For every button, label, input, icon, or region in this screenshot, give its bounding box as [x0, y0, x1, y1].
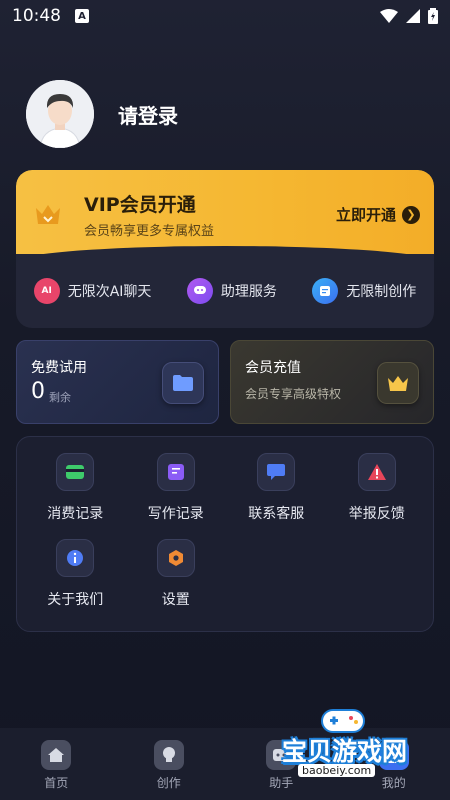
- feature-create: 无限制创作: [312, 278, 416, 304]
- vip-title: VIP会员开通: [84, 194, 196, 216]
- recharge-subtitle: 会员专享高级特权: [245, 387, 342, 401]
- bulb-icon: [153, 740, 184, 770]
- wallet-icon: [56, 453, 95, 491]
- feature-ai-chat: AI 无限次AI聊天: [33, 278, 152, 304]
- warning-icon: [357, 453, 396, 491]
- battery-icon: [428, 8, 438, 24]
- watermark: 宝贝游戏网 baobeiy.com: [268, 704, 438, 788]
- tab-label: 首页: [44, 776, 69, 790]
- member-recharge-card[interactable]: 会员充值 会员专享高级特权: [230, 340, 434, 424]
- menu-item-settings[interactable]: 设置: [126, 539, 227, 609]
- ai-chat-icon: AI: [33, 278, 60, 304]
- menu-item-about-us[interactable]: 关于我们: [25, 539, 126, 609]
- status-bar: 10:48 A: [0, 0, 450, 32]
- login-prompt[interactable]: 请登录: [118, 100, 178, 129]
- settings-icon: [156, 539, 195, 577]
- feature-label: 无限次AI聊天: [67, 284, 152, 300]
- tab-home[interactable]: 首页: [16, 740, 96, 791]
- menu-label: 消费记录: [47, 506, 104, 522]
- chat-bubble-icon: [257, 453, 296, 491]
- feature-label: 助理服务: [220, 284, 277, 300]
- avatar[interactable]: [26, 80, 94, 148]
- menu-label: 设置: [161, 592, 190, 608]
- folder-icon: [162, 362, 204, 404]
- menu-label: 关于我们: [47, 592, 104, 608]
- status-time: 10:48: [12, 6, 61, 26]
- create-icon: [312, 278, 339, 304]
- vip-banner[interactable]: VIP会员开通 会员畅享更多专属权益 立即开通 ❯: [16, 170, 434, 262]
- a-badge-icon: A: [75, 9, 89, 23]
- status-right: [380, 8, 438, 24]
- free-trial-card[interactable]: 免费试用 0 剩余: [16, 340, 219, 424]
- profile-header[interactable]: 请登录: [26, 80, 178, 148]
- menu-item-customer-service[interactable]: 联系客服: [226, 453, 327, 523]
- vip-open-label: 立即开通: [335, 206, 396, 224]
- trial-unit: 剩余: [49, 391, 71, 404]
- vip-card: VIP会员开通 会员畅享更多专属权益 立即开通 ❯ AI 无限次AI聊天 助理服…: [16, 170, 434, 328]
- signal-icon: [406, 9, 420, 23]
- menu-item-writing-records[interactable]: 写作记录: [126, 453, 227, 523]
- document-icon: [156, 453, 195, 491]
- feature-label: 无限制创作: [346, 284, 417, 300]
- home-icon: [41, 740, 72, 770]
- trial-title: 免费试用: [31, 360, 87, 376]
- crown-icon: [36, 205, 60, 224]
- menu-item-consumption-records[interactable]: 消费记录: [25, 453, 126, 523]
- vip-open-button[interactable]: 立即开通 ❯: [336, 204, 420, 225]
- tab-create[interactable]: 创作: [129, 740, 209, 791]
- trial-count: 0: [31, 379, 45, 404]
- watermark-title: 宝贝游戏网: [282, 737, 408, 766]
- menu-item-report-feedback[interactable]: 举报反馈: [327, 453, 428, 523]
- crown-icon: [377, 362, 419, 404]
- wifi-icon: [380, 9, 398, 23]
- default-avatar-icon: [26, 80, 94, 148]
- vip-subtitle: 会员畅享更多专属权益: [84, 224, 215, 239]
- menu-label: 举报反馈: [348, 506, 405, 522]
- recharge-title: 会员充值: [245, 360, 301, 376]
- menu-label: 写作记录: [147, 506, 204, 522]
- vip-features: AI 无限次AI聊天 助理服务 无限制创作: [16, 278, 434, 304]
- chevron-right-icon: ❯: [402, 205, 420, 224]
- menu-card: 消费记录 写作记录 联系客服 举报反馈 关于我们 设置: [16, 436, 434, 632]
- feature-assistant: 助理服务: [186, 278, 277, 304]
- info-icon: [56, 539, 95, 577]
- assistant-icon: [186, 278, 213, 304]
- tab-label: 创作: [156, 776, 181, 790]
- watermark-url: baobeiy.com: [298, 764, 376, 777]
- menu-grid: 消费记录 写作记录 联系客服 举报反馈 关于我们 设置: [25, 453, 427, 609]
- menu-label: 联系客服: [248, 506, 305, 522]
